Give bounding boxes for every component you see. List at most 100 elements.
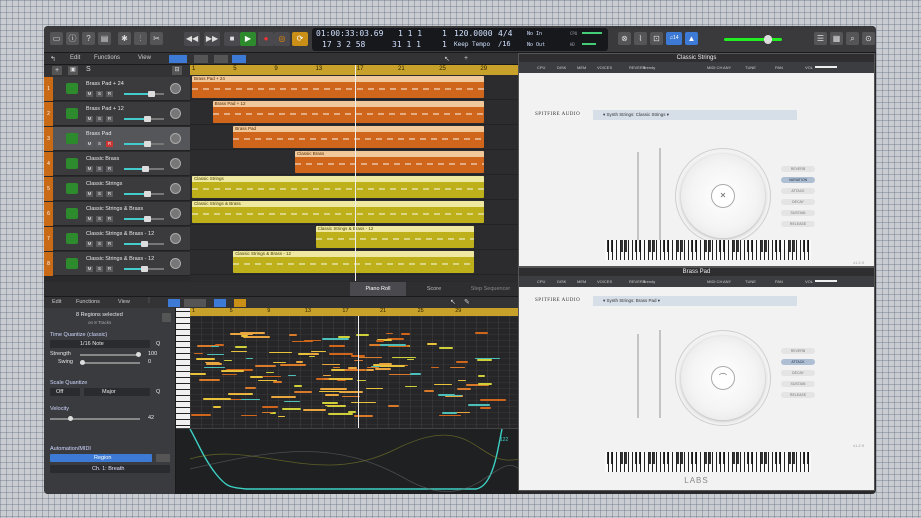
- midi-note[interactable]: [281, 408, 301, 410]
- midi-note[interactable]: [457, 388, 472, 391]
- plugin-midi-value[interactable]: ANY: [723, 279, 731, 284]
- track-volume-thumb[interactable]: [144, 216, 152, 222]
- track-pan-knob[interactable]: [170, 208, 181, 219]
- midi-note[interactable]: [450, 366, 465, 369]
- midi-note[interactable]: [213, 406, 221, 408]
- track-volume-fader[interactable]: [124, 216, 164, 222]
- new-track-icon[interactable]: ▣: [68, 66, 78, 75]
- pianoroll-playhead[interactable]: [358, 316, 359, 428]
- playhead[interactable]: [355, 65, 356, 281]
- midi-note[interactable]: [478, 383, 492, 385]
- midi-note[interactable]: [241, 414, 257, 417]
- midi-note[interactable]: [474, 357, 501, 360]
- mixer-icon[interactable]: ⫶: [134, 32, 147, 45]
- midi-note[interactable]: [439, 346, 453, 349]
- track-name[interactable]: Brass Pad + 24: [86, 81, 124, 87]
- track-r-button[interactable]: R: [106, 191, 113, 197]
- dynamics-slider[interactable]: [659, 330, 661, 418]
- cycle-button[interactable]: ⟳: [292, 32, 308, 46]
- track-name[interactable]: Classic Strings & Brass - 12: [86, 256, 154, 262]
- plugin-vol-meter[interactable]: [815, 280, 837, 282]
- piano-roll-grid[interactable]: [190, 316, 519, 428]
- catch-button[interactable]: [169, 55, 187, 63]
- track-s-button[interactable]: S: [96, 216, 103, 222]
- midi-note[interactable]: [230, 350, 247, 353]
- midi-note[interactable]: [321, 402, 338, 405]
- metronome-icon[interactable]: ▲: [685, 32, 698, 45]
- midi-note[interactable]: [220, 370, 244, 372]
- midi-note[interactable]: [348, 411, 357, 413]
- editor-view-menu[interactable]: View: [118, 299, 130, 305]
- midi-note[interactable]: [326, 378, 353, 381]
- midi-note[interactable]: [379, 344, 406, 346]
- midi-note[interactable]: [241, 398, 260, 401]
- master-volume-slider[interactable]: [724, 35, 782, 44]
- midi-note[interactable]: [327, 413, 353, 415]
- track-r-button[interactable]: R: [106, 166, 113, 172]
- midi-note[interactable]: [456, 360, 468, 363]
- track-volume-thumb[interactable]: [147, 91, 155, 97]
- pencil-tool-icon[interactable]: +: [464, 55, 468, 62]
- midi-note[interactable]: [479, 399, 507, 401]
- scale-mode-select[interactable]: Major: [84, 388, 150, 396]
- midi-note[interactable]: [374, 368, 391, 370]
- track-s-button[interactable]: S: [96, 141, 103, 147]
- midi-note[interactable]: [424, 390, 435, 392]
- track-pan-knob[interactable]: [170, 83, 181, 94]
- play-button[interactable]: ▶: [240, 32, 256, 46]
- track-pan-knob[interactable]: [170, 133, 181, 144]
- plugin-button-decay[interactable]: DECAY: [781, 370, 815, 376]
- expression-slider[interactable]: [637, 334, 639, 418]
- plugin-button-reverb[interactable]: REVERB: [781, 348, 815, 354]
- master-volume-thumb[interactable]: [764, 35, 772, 44]
- browser-search-icon[interactable]: ⌕: [846, 32, 859, 45]
- track-volume-fader[interactable]: [124, 166, 164, 172]
- midi-note[interactable]: [204, 366, 226, 369]
- midi-region[interactable]: Classic Brass: [295, 151, 485, 173]
- track-volume-fader[interactable]: [124, 116, 164, 122]
- midi-note[interactable]: [456, 411, 471, 414]
- midi-note[interactable]: [375, 340, 384, 342]
- dynamics-slider[interactable]: [659, 148, 661, 240]
- track-volume-thumb[interactable]: [144, 191, 152, 197]
- midi-note[interactable]: [254, 365, 276, 367]
- record-button[interactable]: ●: [258, 32, 274, 46]
- midi-note[interactable]: [458, 379, 467, 382]
- midi-note[interactable]: [401, 333, 411, 335]
- count-in-badge[interactable]: ♫14: [666, 32, 682, 45]
- midi-note[interactable]: [388, 405, 400, 407]
- loops-icon[interactable]: ⊙: [862, 32, 875, 45]
- midi-note[interactable]: [358, 356, 383, 359]
- track-pan-knob[interactable]: [170, 158, 181, 169]
- dial-center-icon[interactable]: ⌒: [711, 366, 735, 390]
- track-row[interactable]: 2 Brass Pad + 12 M S R: [44, 102, 190, 126]
- preset-selector[interactable]: ▾ Synth Strings: Brass Pad ▾: [593, 296, 797, 306]
- midi-note[interactable]: [230, 333, 253, 335]
- track-m-button[interactable]: M: [86, 141, 93, 147]
- midi-note[interactable]: [191, 414, 211, 416]
- plugin-button-attack[interactable]: ATTACK: [781, 359, 815, 365]
- help-icon[interactable]: ?: [82, 32, 95, 45]
- track-s-button[interactable]: S: [96, 191, 103, 197]
- midi-note[interactable]: [262, 375, 282, 378]
- midi-note[interactable]: [330, 369, 346, 371]
- midi-note[interactable]: [288, 374, 297, 377]
- capture-record-button[interactable]: ◎: [274, 32, 290, 46]
- midi-note[interactable]: [211, 345, 220, 348]
- midi-note[interactable]: [405, 385, 417, 388]
- midi-note[interactable]: [318, 390, 342, 393]
- midi-note[interactable]: [468, 404, 491, 406]
- plugin-midi-value[interactable]: ANY: [723, 65, 731, 70]
- midi-note[interactable]: [258, 379, 278, 382]
- midi-note[interactable]: [222, 373, 238, 376]
- track-volume-thumb[interactable]: [144, 141, 152, 147]
- midi-region[interactable]: Brass Pad: [233, 126, 485, 148]
- midi-note[interactable]: [234, 346, 247, 348]
- editor-pointer-icon[interactable]: ↖: [450, 298, 456, 306]
- list-editors-icon[interactable]: ☰: [814, 32, 827, 45]
- dial-center-icon[interactable]: ✕: [711, 184, 735, 208]
- track-m-button[interactable]: M: [86, 216, 93, 222]
- inspector-icon-button[interactable]: [162, 313, 171, 322]
- tab-score[interactable]: Score: [406, 282, 462, 296]
- midi-note[interactable]: [365, 369, 374, 371]
